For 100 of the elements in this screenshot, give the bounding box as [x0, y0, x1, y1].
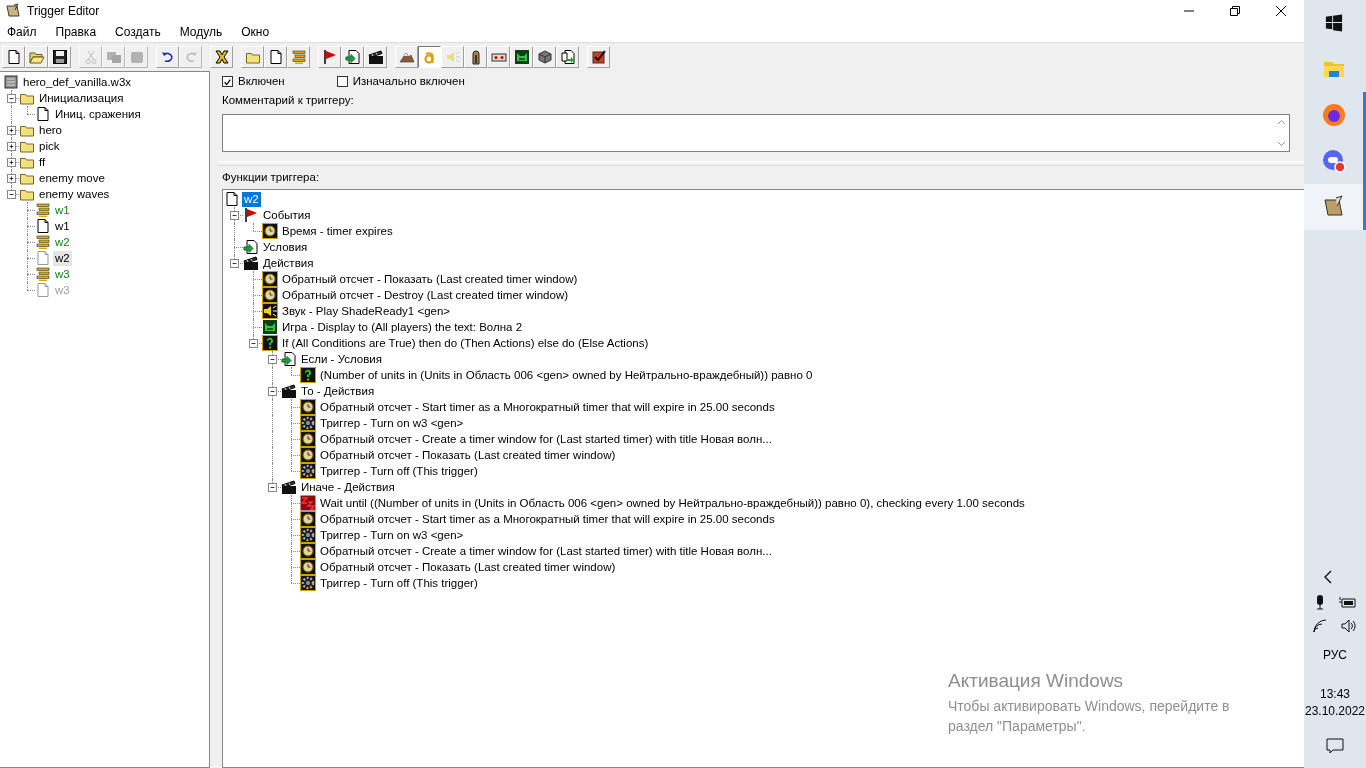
bars-icon: [35, 266, 51, 282]
tree-toggle[interactable]: [7, 190, 16, 199]
clock-icon: [300, 559, 316, 575]
notification-icon[interactable]: [1326, 738, 1344, 754]
tree-item[interactable]: Условия: [261, 239, 310, 255]
tree-item[interactable]: Иначе - Действия: [299, 479, 397, 495]
pages-arrow-icon: [559, 49, 576, 65]
chevron-icon[interactable]: [1323, 570, 1333, 584]
clapperboard-icon: [281, 479, 297, 495]
tree-toggle[interactable]: [248, 339, 258, 348]
tree-item[interactable]: Иниц. сражения: [53, 106, 143, 122]
tree-item[interactable]: Обратный отсчет - Start timer as a Многократный timer that will expire in 25.00 seconds: [318, 399, 777, 415]
tree-toggle[interactable]: [267, 355, 277, 364]
tree-toggle[interactable]: [229, 211, 239, 220]
plus-icon: [8, 175, 15, 182]
tree-toggle[interactable]: [7, 174, 16, 183]
tree-item[interactable]: Обратный отсчет - Показать (Last created timer window): [280, 271, 580, 287]
open-folder-icon: [28, 49, 45, 65]
tree-item[interactable]: Обратный отсчет - Start timer as a Многократный timer that will expire in 25.00 seconds: [318, 511, 777, 527]
tree-item[interactable]: Обратный отсчет - Показать (Last created timer window): [318, 447, 618, 463]
tree-item[interactable]: enemy move: [37, 170, 107, 186]
volume-icon[interactable]: [1340, 618, 1358, 634]
tree-item[interactable]: Если - Условия: [299, 351, 384, 367]
tree-item[interactable]: If (All Conditions are True) then do (Then Actions) else do (Else Actions): [280, 335, 651, 351]
tree-item[interactable]: Звук - Play ShadeReady1 <gen>: [280, 303, 453, 319]
tree-item[interactable]: w1: [53, 218, 72, 234]
flag-icon: [243, 207, 259, 223]
tree-toggle[interactable]: [7, 94, 16, 103]
activation-title: Активация Windows: [948, 670, 1125, 692]
microphone-icon[interactable]: [1314, 594, 1326, 610]
wifi-icon[interactable]: [1312, 618, 1328, 634]
menu-item[interactable]: Окно: [235, 25, 276, 39]
minus-icon: [268, 388, 276, 395]
map-icon: [3, 74, 19, 90]
comment-field[interactable]: [222, 114, 1290, 152]
flag-icon: [321, 49, 338, 65]
page-icon: [5, 49, 22, 65]
checkbox[interactable]: [336, 75, 348, 87]
tree-item[interactable]: Игра - Display to (All players) the text: Волна 2: [280, 319, 525, 335]
chat-icon: [1321, 149, 1346, 173]
battery-icon[interactable]: [1338, 596, 1356, 608]
time-text: 13:43: [1320, 686, 1350, 703]
menu-item[interactable]: Модуль: [173, 25, 229, 39]
tree-toggle[interactable]: [7, 142, 16, 151]
tree-item[interactable]: Обратный отсчет - Показать (Last created timer window): [318, 559, 618, 575]
comment-label: Комментарий к триггеру:: [221, 94, 355, 108]
tree-item[interactable]: w3: [53, 266, 72, 282]
tree-item[interactable]: Обратный отсчет - Destroy (Last created timer window): [280, 287, 571, 303]
tree-item[interactable]: Инициализация: [37, 90, 126, 106]
tree-item[interactable]: То - Действия: [299, 383, 377, 399]
tree-item[interactable]: Триггер - Turn on w3 <gen>: [318, 415, 466, 431]
tree-item[interactable]: Wait until ((Number of units in (Units in Область 006 <gen> owned by Нейтрально-враждебный)) равно 0), checking every 1.00 seconds: [318, 495, 1027, 511]
tree-item[interactable]: ff: [37, 154, 48, 170]
tree-item[interactable]: События: [261, 207, 313, 223]
enabled-checkbox[interactable]: Включен: [222, 75, 285, 87]
monster-icon: [262, 319, 278, 335]
clapperboard-icon: [281, 383, 297, 399]
clapperboard-icon: [367, 49, 384, 65]
windows-icon: [1324, 14, 1343, 32]
tree-toggle[interactable]: [267, 483, 277, 492]
clock-icon: [262, 287, 278, 303]
paste-icon: [128, 49, 145, 65]
tree-item[interactable]: Действия: [261, 255, 316, 271]
gear-icon: [300, 415, 316, 431]
menu-item[interactable]: Создать: [109, 25, 167, 39]
language-indicator[interactable]: РУС: [1323, 648, 1347, 662]
clock-icon: [300, 399, 316, 415]
tree-item[interactable]: Триггер - Turn off (This trigger): [318, 463, 480, 479]
tree-item[interactable]: hero_def_vanilla.w3x: [21, 74, 134, 90]
tree-item[interactable]: w2: [242, 191, 261, 207]
tree-item[interactable]: w1: [53, 202, 72, 218]
tree-item[interactable]: w2: [53, 234, 72, 250]
scroll-down-icon[interactable]: [1277, 141, 1286, 147]
plus-icon: [8, 127, 15, 134]
tree-toggle[interactable]: [229, 259, 239, 268]
tree-item[interactable]: enemy waves: [37, 186, 112, 202]
clock[interactable]: 13:43 23.10.2022: [1304, 686, 1366, 720]
checkbox[interactable]: [222, 75, 233, 87]
tree-toggle[interactable]: [267, 387, 277, 396]
clapperboard-icon: [243, 255, 259, 271]
tree-item[interactable]: pick: [37, 138, 62, 154]
tree-item[interactable]: w2: [53, 250, 72, 266]
scroll-up-icon[interactable]: [1277, 119, 1286, 125]
tree-item[interactable]: Обратный отсчет - Create a timer window for (Last started timer) with title Новая волн...: [318, 431, 774, 447]
tree-item[interactable]: Триггер - Turn off (This trigger): [318, 575, 480, 591]
tree-item[interactable]: (Number of units in (Units in Область 006 <gen> owned by Нейтрально-враждебный)) равно 0: [318, 367, 815, 383]
question-icon: [300, 367, 316, 383]
menu-item[interactable]: Файл: [1, 25, 43, 39]
menu-item[interactable]: Правка: [49, 25, 103, 39]
save-icon: [51, 49, 68, 65]
speaker-icon: [262, 303, 278, 319]
tree-item[interactable]: Время - timer expires: [280, 223, 395, 239]
question-icon: [262, 335, 278, 351]
bars-icon: [35, 234, 51, 250]
tree-item[interactable]: Триггер - Turn on w3 <gen>: [318, 527, 466, 543]
tree-toggle[interactable]: [7, 158, 16, 167]
tree-toggle[interactable]: [7, 126, 16, 135]
tree-item[interactable]: hero: [37, 122, 65, 138]
monster-icon: [513, 49, 530, 65]
tree-item[interactable]: Обратный отсчет - Create a timer window for (Last started timer) with title Новая волн...: [318, 543, 774, 559]
